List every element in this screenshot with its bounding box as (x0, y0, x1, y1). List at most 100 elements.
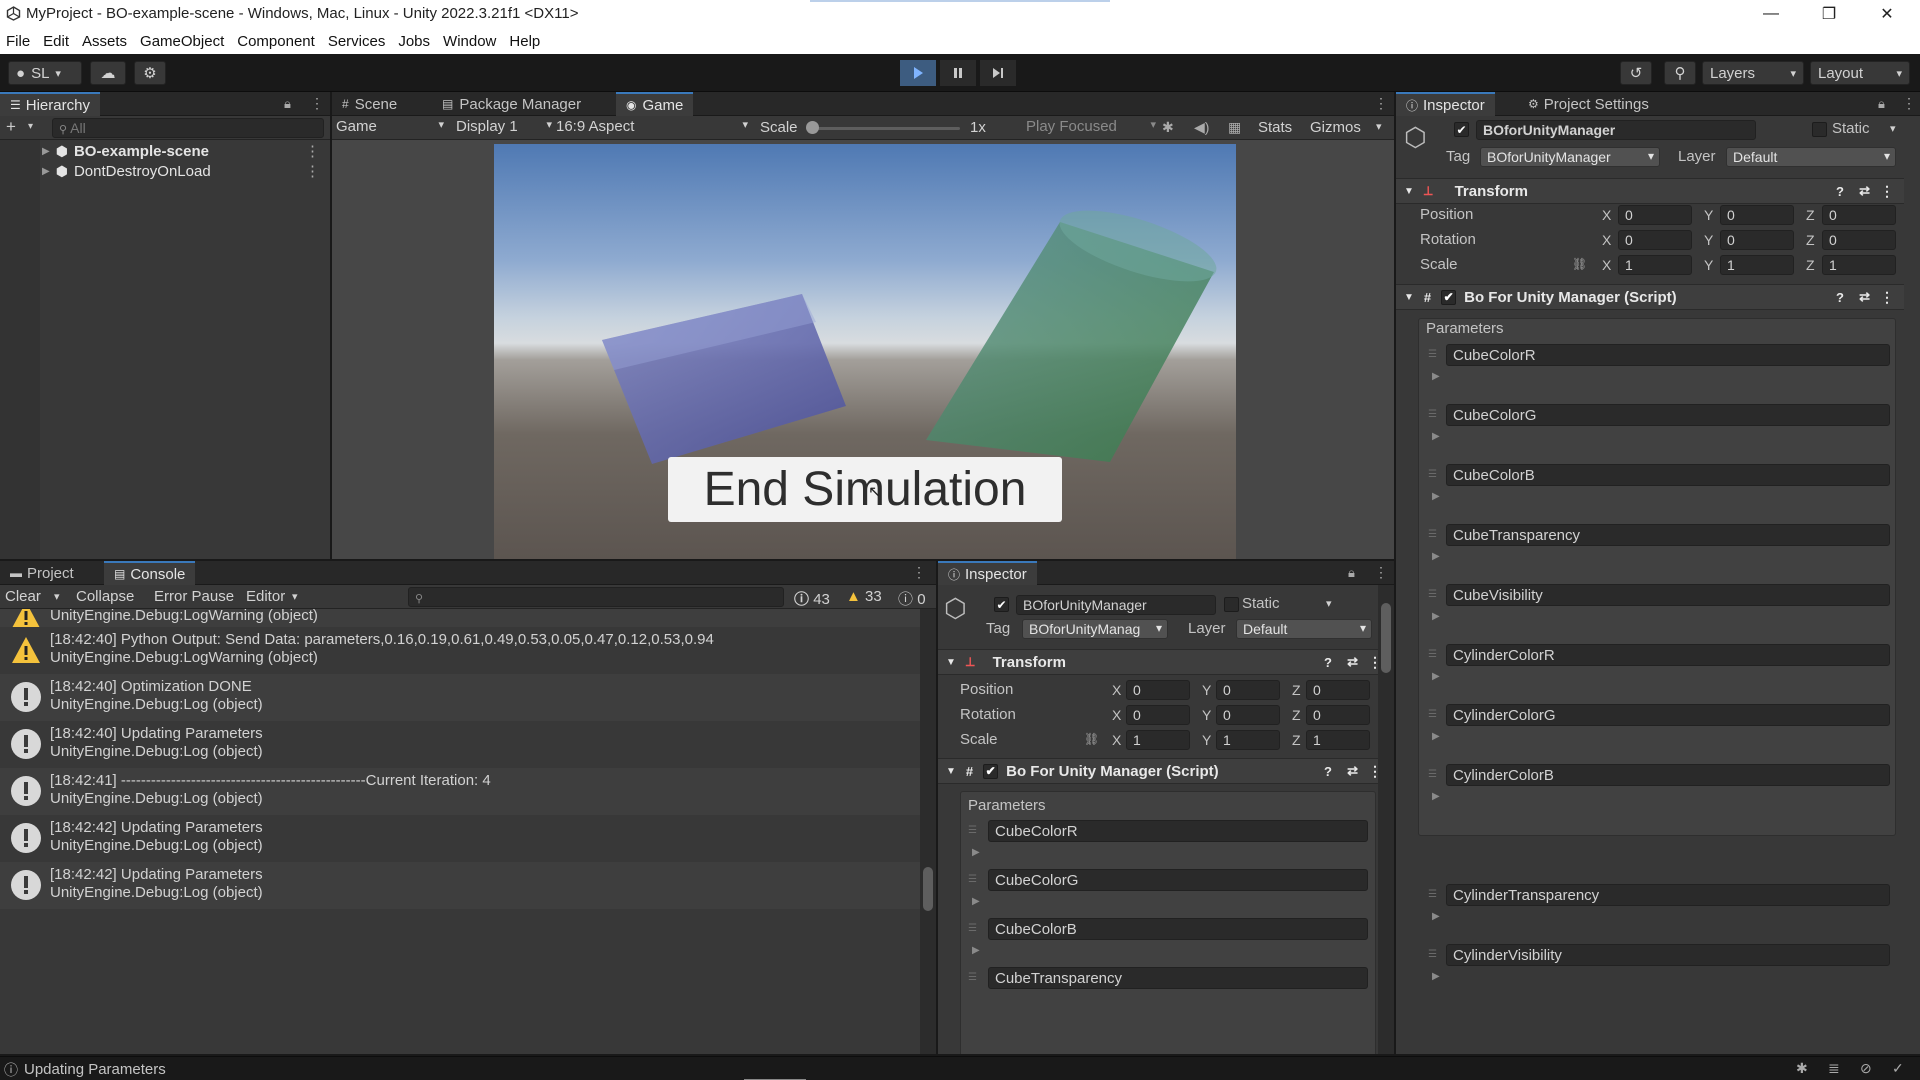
script-enabled-checkbox[interactable]: ✔ (983, 763, 999, 779)
script-header[interactable]: ▼ # ✔ Bo For Unity Manager (Script) ? ⇄ … (938, 758, 1394, 784)
scale-y-input[interactable]: 1 (1216, 730, 1280, 750)
scale-x-input[interactable]: 1 (1126, 730, 1190, 750)
scale-x-input[interactable]: 1 (1618, 255, 1692, 275)
chevron-right-icon[interactable]: ▶ (1432, 791, 1440, 802)
hierarchy-item-scene[interactable]: ▶ ⬢ BO-example-scene ⋮ (0, 141, 330, 161)
log-count-badge[interactable]: ⓘ 43 (794, 588, 830, 609)
audio-icon[interactable]: ◀) (1194, 119, 1209, 136)
tab-inspector-small[interactable]: ⓘ Inspector (938, 561, 1037, 585)
network-icon[interactable]: ⊘ (1860, 1060, 1872, 1077)
chevron-down-icon[interactable]: ▾ (54, 590, 60, 603)
end-simulation-button[interactable]: End Simulation (668, 457, 1062, 522)
tab-hierarchy[interactable]: ☰ Hierarchy (0, 92, 100, 116)
debug-icon[interactable]: ✱ (1796, 1060, 1808, 1077)
bug-icon[interactable]: ✱ (1162, 119, 1174, 136)
chevron-right-icon[interactable]: ▶ (1432, 731, 1440, 742)
more-icon[interactable]: ⋮ (1374, 564, 1388, 581)
position-x-input[interactable]: 0 (1126, 680, 1190, 700)
object-name-input[interactable]: BOforUnityManager (1016, 595, 1216, 615)
chevron-right-icon[interactable]: ▶ (42, 166, 50, 177)
help-icon[interactable]: ? (1836, 184, 1844, 199)
inspector-small-scrollbar-thumb[interactable] (1381, 603, 1391, 673)
link-icon[interactable]: ⛓ (1084, 732, 1099, 746)
link-icon[interactable]: ⛓ (1572, 257, 1587, 271)
scale-slider[interactable] (810, 127, 960, 130)
menu-help[interactable]: Help (509, 33, 540, 50)
chevron-down-icon[interactable]: ▾ (292, 590, 298, 603)
tag-dropdown[interactable]: BOforUnityManag (1022, 619, 1168, 639)
chevron-down-icon[interactable]: ▾ (28, 121, 33, 132)
log-row[interactable]: [18:42:40] Updating Parameters UnityEngi… (0, 721, 920, 768)
param-element[interactable]: CubeTransparency (988, 967, 1368, 989)
param-element[interactable]: CubeColorG (988, 869, 1368, 891)
param-element[interactable]: CubeVisibility (1446, 584, 1890, 606)
chevron-right-icon[interactable]: ▶ (1432, 371, 1440, 382)
rotation-x-input[interactable]: 0 (1618, 230, 1692, 250)
menu-component[interactable]: Component (237, 33, 315, 50)
param-element[interactable]: CylinderColorB (1446, 764, 1890, 786)
scale-slider-thumb[interactable] (806, 121, 819, 134)
param-element[interactable]: CubeColorB (988, 918, 1368, 940)
drag-handle-icon[interactable]: ☰ (1428, 529, 1437, 540)
drag-handle-icon[interactable]: ☰ (968, 825, 977, 836)
param-element[interactable]: CubeColorR (988, 820, 1368, 842)
rotation-y-input[interactable]: 0 (1216, 705, 1280, 725)
active-checkbox[interactable]: ✔ (994, 597, 1009, 612)
layers-dropdown[interactable]: Layers ▾ (1702, 61, 1804, 85)
check-icon[interactable]: ✓ (1892, 1060, 1904, 1077)
editor-dropdown[interactable]: Editor (246, 588, 285, 605)
lock-icon[interactable]: 🔒︎ (1878, 96, 1885, 112)
chevron-right-icon[interactable]: ▶ (1432, 551, 1440, 562)
console-search-input[interactable]: ⚲ (408, 587, 784, 607)
chevron-down-icon[interactable]: ▾ (1376, 120, 1382, 133)
rotation-z-input[interactable]: 0 (1822, 230, 1896, 250)
play-focused-dropdown[interactable]: Play Focused ▾ (1026, 118, 1156, 138)
step-button[interactable] (980, 60, 1016, 86)
play-button[interactable] (900, 60, 936, 86)
chevron-down-icon[interactable]: ▾ (1326, 597, 1332, 610)
search-button[interactable]: ⚲ (1664, 61, 1696, 85)
layer-dropdown[interactable]: Default (1726, 147, 1896, 167)
log-row[interactable]: [18:42:40] Python Output: Send Data: par… (0, 627, 920, 674)
log-row[interactable]: [18:42:40] Optimization DONE UnityEngine… (0, 674, 920, 721)
position-x-input[interactable]: 0 (1618, 205, 1692, 225)
drag-handle-icon[interactable]: ☰ (968, 874, 977, 885)
log-row-partial[interactable]: UnityEngine.Debug:LogWarning (object) (0, 609, 920, 628)
status-message[interactable]: Updating Parameters (24, 1061, 166, 1078)
preset-icon[interactable]: ⇄ (1859, 183, 1870, 199)
cache-icon[interactable]: ≣ (1828, 1060, 1840, 1077)
tab-package-manager[interactable]: ▤ Package Manager (432, 92, 591, 116)
display-dropdown[interactable]: Display 1 ▾ (456, 118, 552, 138)
log-row[interactable]: [18:42:41] -----------------------------… (0, 768, 920, 815)
lock-icon[interactable]: 🔒︎ (284, 96, 291, 112)
param-element[interactable]: CubeColorG (1446, 404, 1890, 426)
param-element[interactable]: CylinderColorR (1446, 644, 1890, 666)
script-enabled-checkbox[interactable]: ✔ (1441, 289, 1457, 305)
menu-edit[interactable]: Edit (43, 33, 69, 50)
chevron-right-icon[interactable]: ▶ (42, 146, 50, 157)
more-icon[interactable]: ⋮ (1374, 95, 1388, 112)
aspect-dropdown[interactable]: 16:9 Aspect ▾ (556, 118, 752, 138)
tab-game[interactable]: ◉ Game (616, 92, 694, 116)
drag-handle-icon[interactable]: ☰ (1428, 589, 1437, 600)
restore-icon[interactable]: ❐ (1806, 0, 1852, 28)
console-scrollbar-thumb[interactable] (923, 867, 933, 911)
pause-button[interactable] (940, 60, 976, 86)
param-element[interactable]: CubeTransparency (1446, 524, 1890, 546)
chevron-right-icon[interactable]: ▶ (1432, 431, 1440, 442)
hierarchy-item-dontdestroy[interactable]: ▶ ⬢ DontDestroyOnLoad ⋮ (0, 161, 330, 181)
help-icon[interactable]: ? (1324, 764, 1332, 779)
log-row[interactable]: [18:42:42] Updating Parameters UnityEngi… (0, 862, 920, 909)
rotation-z-input[interactable]: 0 (1306, 705, 1370, 725)
error-pause-button[interactable]: Error Pause (154, 588, 234, 605)
inspector-small-scrollbar[interactable] (1378, 585, 1394, 1054)
drag-handle-icon[interactable]: ☰ (968, 923, 977, 934)
chevron-right-icon[interactable]: ▶ (972, 896, 980, 907)
rotation-x-input[interactable]: 0 (1126, 705, 1190, 725)
error-count-badge[interactable]: ⓘ 0 (898, 588, 926, 609)
account-dropdown[interactable]: ● SL ▾ (8, 61, 82, 85)
more-icon[interactable]: ⋮ (1880, 183, 1894, 200)
cloud-button[interactable]: ☁ (90, 61, 126, 85)
param-element[interactable]: CylinderColorG (1446, 704, 1890, 726)
history-button[interactable]: ↺ (1620, 61, 1652, 85)
